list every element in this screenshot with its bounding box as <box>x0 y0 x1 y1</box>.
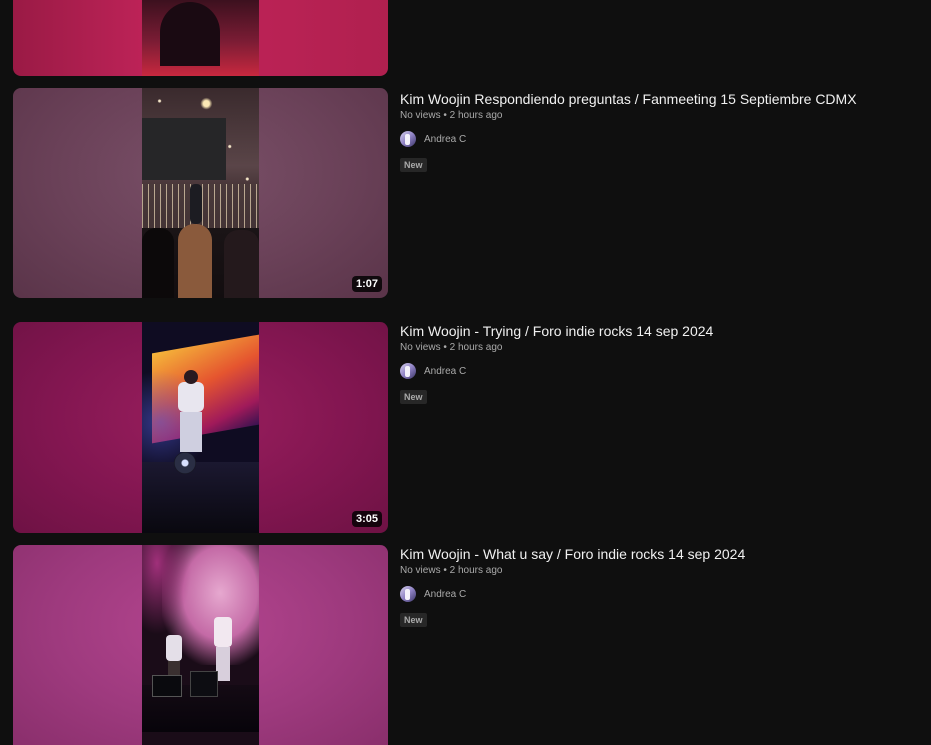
upload-time: 2 hours ago <box>449 110 503 121</box>
video-details: Kim Woojin Respondiendo preguntas / Fanm… <box>400 90 920 173</box>
separator: • <box>440 110 450 121</box>
channel-info[interactable]: Andrea C <box>400 586 920 602</box>
video-duration: 3:05 <box>351 511 382 527</box>
view-count: No views <box>400 565 441 576</box>
channel-name[interactable]: Andrea C <box>424 366 466 377</box>
video-duration: 1:07 <box>351 276 382 292</box>
video-details: Kim Woojin - What u say / Foro indie roc… <box>400 545 920 628</box>
video-thumbnail[interactable]: 3:05 <box>13 322 388 533</box>
channel-info[interactable]: Andrea C <box>400 131 920 147</box>
channel-name[interactable]: Andrea C <box>424 589 466 600</box>
video-stats: No views • 2 hours ago <box>400 565 920 576</box>
channel-avatar[interactable] <box>400 586 416 602</box>
video-title[interactable]: Kim Woojin - What u say / Foro indie roc… <box>400 545 920 563</box>
upload-time: 2 hours ago <box>449 565 503 576</box>
video-thumbnail[interactable]: 1:07 <box>13 88 388 298</box>
new-badge: New <box>400 613 427 627</box>
upload-time: 2 hours ago <box>449 342 503 353</box>
view-count: No views <box>400 110 441 121</box>
new-badge: New <box>400 390 427 404</box>
video-row: 3:05 Kim Woojin - Trying / Foro indie ro… <box>0 322 931 533</box>
video-row <box>0 0 931 76</box>
separator: • <box>440 565 450 576</box>
video-title[interactable]: Kim Woojin - Trying / Foro indie rocks 1… <box>400 322 920 340</box>
separator: • <box>440 342 450 353</box>
channel-name[interactable]: Andrea C <box>424 134 466 145</box>
video-title[interactable]: Kim Woojin Respondiendo preguntas / Fanm… <box>400 90 920 108</box>
video-thumbnail[interactable] <box>13 545 388 745</box>
video-row: Kim Woojin - What u say / Foro indie roc… <box>0 545 931 745</box>
channel-avatar[interactable] <box>400 363 416 379</box>
video-stats: No views • 2 hours ago <box>400 342 920 353</box>
video-row: 1:07 Kim Woojin Respondiendo preguntas /… <box>0 88 931 298</box>
channel-avatar[interactable] <box>400 131 416 147</box>
view-count: No views <box>400 342 441 353</box>
video-stats: No views • 2 hours ago <box>400 110 920 121</box>
channel-info[interactable]: Andrea C <box>400 363 920 379</box>
video-details: Kim Woojin - Trying / Foro indie rocks 1… <box>400 322 920 405</box>
new-badge: New <box>400 158 427 172</box>
video-thumbnail[interactable] <box>13 0 388 76</box>
